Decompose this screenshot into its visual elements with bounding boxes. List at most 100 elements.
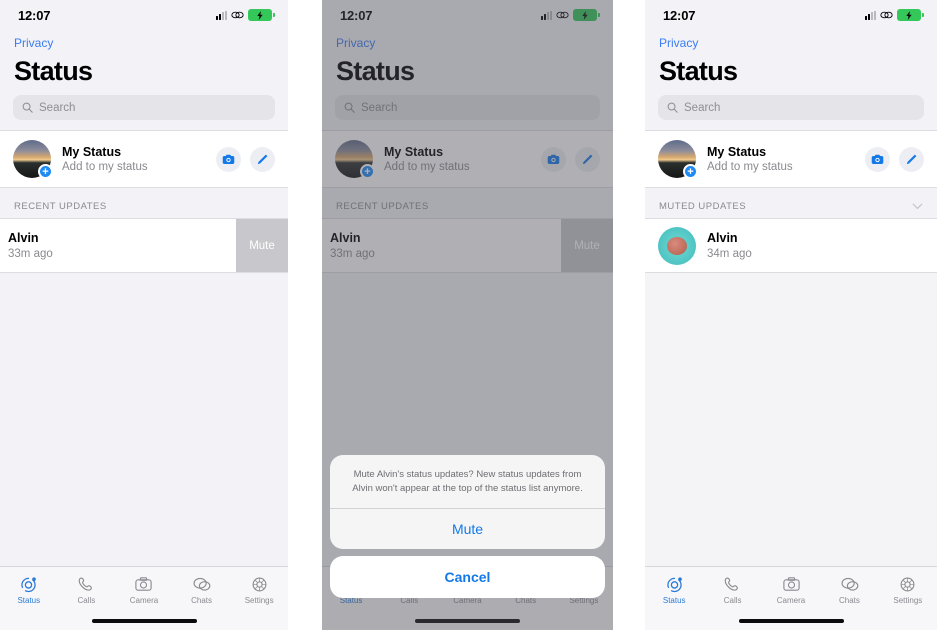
- section-header-label: MUTED UPDATES: [659, 201, 747, 212]
- status-bar-time: 12:07: [18, 7, 51, 23]
- status-row-alvin[interactable]: Alvin 33m ago Mute: [0, 219, 288, 272]
- my-status-block: + My Status Add to my status: [0, 130, 288, 188]
- status-row-name: Alvin: [707, 231, 738, 245]
- section-header-label: RECENT UPDATES: [14, 201, 107, 212]
- phone-icon: [724, 576, 739, 591]
- avatar[interactable]: +: [658, 140, 698, 179]
- phone-icon: [78, 576, 92, 591]
- status-row-name: Alvin: [8, 231, 39, 245]
- status-ring-icon: [666, 576, 682, 592]
- my-status-text: My Status Add to my status: [707, 145, 854, 173]
- tab-settings[interactable]: Settings: [230, 575, 288, 605]
- status-row-time: 33m ago: [8, 248, 53, 260]
- search-icon: [667, 102, 678, 113]
- status-screen-3: 12:07 Privacy Status Search + My Status …: [645, 0, 937, 630]
- signal-bars-icon: [216, 10, 227, 20]
- status-bar: 12:07: [645, 0, 937, 30]
- camera-icon: [135, 576, 153, 591]
- tab-chats-label: Chats: [838, 595, 860, 605]
- tab-chats[interactable]: Chats: [820, 575, 878, 605]
- search-placeholder: Search: [684, 101, 721, 114]
- phone-panel-1: 12:07 Privacy Status Search + My Status …: [0, 0, 288, 630]
- avatar[interactable]: +: [13, 140, 53, 179]
- my-status-block: + My Status Add to my status: [645, 130, 937, 188]
- privacy-back-link[interactable]: Privacy: [0, 30, 288, 50]
- camera-icon: [222, 154, 235, 164]
- mute-confirm-button[interactable]: Mute: [330, 509, 605, 549]
- tab-camera-label: Camera: [776, 595, 806, 605]
- edit-button[interactable]: [250, 146, 275, 172]
- tab-settings-label: Settings: [244, 595, 274, 605]
- action-sheet-group: Mute Alvin's status updates? New status …: [330, 455, 605, 549]
- tab-calls[interactable]: Calls: [703, 575, 761, 605]
- cancel-button[interactable]: Cancel: [330, 556, 605, 598]
- status-bar-icons: [865, 9, 924, 21]
- section-header-muted-updates[interactable]: MUTED UPDATES: [645, 188, 937, 218]
- page-title: Status: [14, 56, 93, 86]
- muted-status-list: Alvin 34m ago: [645, 218, 937, 273]
- pencil-icon: [257, 154, 268, 164]
- list-empty-area: [0, 273, 288, 566]
- status-ring-icon: [21, 576, 37, 592]
- my-status-title: My Status: [62, 145, 122, 159]
- battery-charging-icon: [248, 9, 275, 21]
- add-status-plus-icon[interactable]: +: [38, 164, 53, 179]
- edit-button[interactable]: [899, 146, 924, 172]
- link-icon: [231, 11, 244, 19]
- status-bar-time: 12:07: [663, 7, 696, 23]
- tab-camera-label: Camera: [129, 595, 159, 605]
- gear-icon: [900, 577, 915, 591]
- battery-charging-icon: [897, 9, 924, 21]
- tab-camera[interactable]: Camera: [762, 575, 820, 605]
- camera-icon: [871, 154, 884, 164]
- page-title: Status: [659, 56, 738, 86]
- panel-gap-2: [613, 0, 645, 630]
- avatar[interactable]: [658, 226, 696, 265]
- search-icon: [22, 102, 33, 113]
- panel-gap-1: [288, 0, 322, 630]
- my-status-actions: [865, 146, 924, 172]
- tab-status[interactable]: Status: [0, 575, 58, 605]
- section-header-recent-updates: RECENT UPDATES: [0, 188, 288, 218]
- tab-settings[interactable]: Settings: [879, 575, 937, 605]
- my-status-actions: [216, 146, 275, 172]
- search-input[interactable]: Search: [658, 95, 924, 120]
- my-status-row[interactable]: + My Status Add to my status: [645, 131, 937, 187]
- my-status-row[interactable]: + My Status Add to my status: [0, 131, 288, 187]
- tab-status[interactable]: Status: [645, 575, 703, 605]
- pencil-icon: [906, 154, 917, 164]
- tab-bar: Status Calls Camera Chats Settings: [645, 566, 937, 612]
- tab-calls[interactable]: Calls: [58, 575, 116, 605]
- tab-camera[interactable]: Camera: [115, 575, 173, 605]
- my-status-title: My Status: [707, 145, 767, 159]
- chat-bubble-icon: [841, 577, 859, 591]
- camera-button[interactable]: [216, 146, 241, 172]
- tab-status-label: Status: [662, 595, 686, 605]
- status-row-text: Alvin 33m ago: [0, 231, 53, 260]
- search-container: Search: [0, 95, 288, 130]
- swipe-mute-button[interactable]: Mute: [236, 219, 288, 272]
- status-bar-icons: [216, 9, 275, 21]
- phone-panel-3: 12:07 Privacy Status Search + My Status …: [645, 0, 937, 630]
- tab-settings-label: Settings: [893, 595, 923, 605]
- chevron-down-icon[interactable]: [912, 203, 923, 210]
- list-empty-area: [645, 273, 937, 566]
- privacy-back-link[interactable]: Privacy: [645, 30, 937, 50]
- action-sheet: Mute Alvin's status updates? New status …: [322, 455, 613, 598]
- signal-bars-icon: [865, 10, 876, 20]
- link-icon: [880, 11, 893, 19]
- tab-chats[interactable]: Chats: [173, 575, 231, 605]
- status-row-alvin[interactable]: Alvin 34m ago: [645, 219, 937, 272]
- tab-bar: Status Calls Camera Chats Settings: [0, 566, 288, 612]
- tab-calls-label: Calls: [723, 595, 742, 605]
- my-status-subtitle: Add to my status: [62, 161, 148, 173]
- home-indicator: [0, 612, 288, 630]
- search-input[interactable]: Search: [13, 95, 275, 120]
- add-status-plus-icon[interactable]: +: [683, 164, 698, 179]
- three-panel-screenshot: 12:07 Privacy Status Search + My Status …: [0, 0, 937, 630]
- chat-bubble-icon: [193, 577, 211, 591]
- camera-button[interactable]: [865, 146, 890, 172]
- status-bar: 12:07: [0, 0, 288, 30]
- status-row-time: 34m ago: [707, 248, 752, 260]
- phone-panel-2: 12:07 Privacy Status Search + My Status …: [322, 0, 613, 630]
